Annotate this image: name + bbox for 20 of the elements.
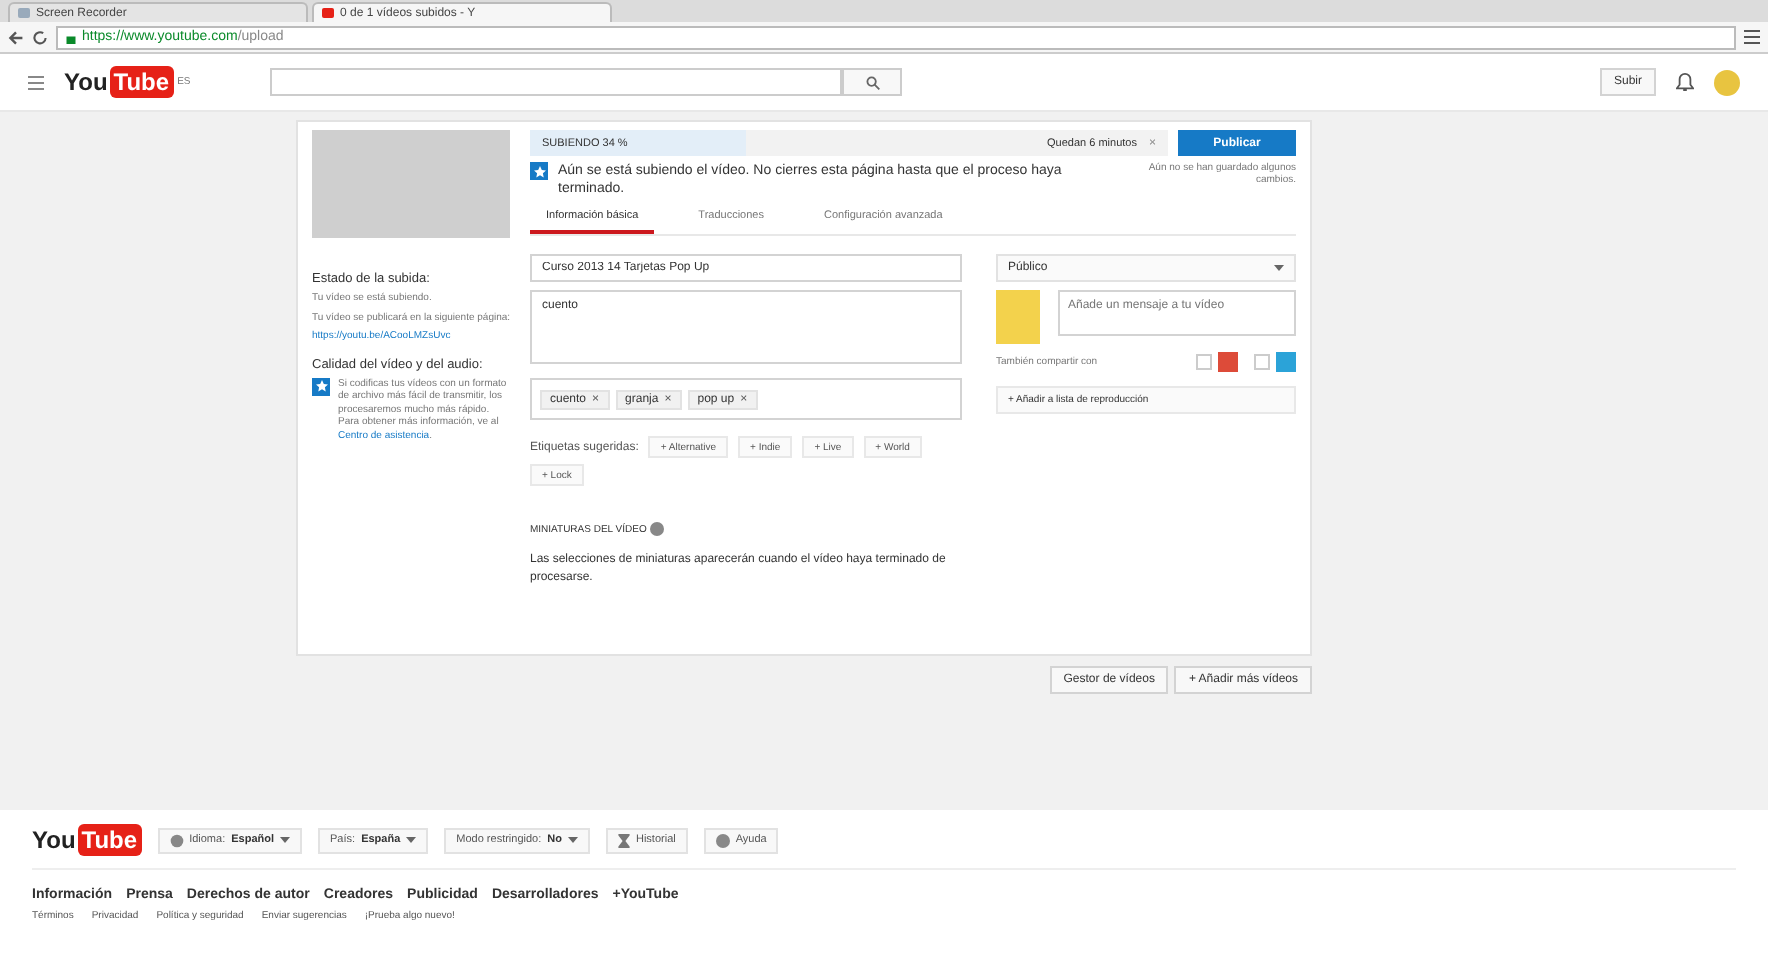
caret-icon: [567, 836, 578, 844]
star-info-icon: [312, 377, 330, 395]
caret-icon: [280, 836, 291, 844]
search-icon: [865, 75, 880, 89]
star-info-icon: [530, 162, 548, 180]
caret-icon: [1274, 264, 1284, 273]
share-checkbox[interactable]: [1196, 354, 1212, 371]
back-icon[interactable]: [8, 29, 24, 45]
share-checkbox[interactable]: [1254, 354, 1270, 371]
favicon-icon: [18, 8, 30, 18]
channel-image-placeholder: [996, 290, 1040, 345]
search-field[interactable]: [270, 68, 843, 96]
reload-icon[interactable]: [32, 29, 48, 45]
favicon-icon: [322, 8, 334, 18]
caret-icon: [406, 836, 417, 844]
bell-icon[interactable]: [1676, 72, 1694, 92]
menu-icon[interactable]: [28, 75, 44, 89]
search-button[interactable]: [842, 68, 903, 96]
menu-icon[interactable]: [1744, 30, 1760, 44]
hourglass-icon: [617, 833, 630, 847]
